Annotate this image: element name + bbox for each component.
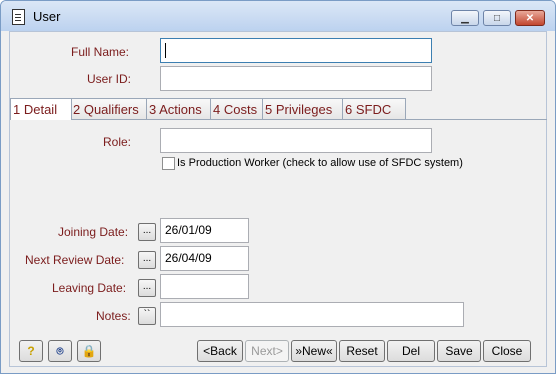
- tab-costs[interactable]: 4 Costs: [210, 98, 264, 119]
- question-icon: ?: [27, 344, 35, 358]
- tab-qualifiers[interactable]: 2 Qualifiers: [70, 98, 148, 119]
- user-window: User ▁ □ ✕ Full Name: User ID: 1 Detail …: [0, 0, 556, 374]
- reset-button[interactable]: Reset: [339, 340, 385, 362]
- notes-label: Notes:: [96, 309, 131, 323]
- next-button[interactable]: Next>: [245, 340, 289, 362]
- next-review-date-label: Next Review Date:: [25, 253, 125, 267]
- joining-date-label: Joining Date:: [58, 225, 129, 239]
- maximize-button[interactable]: □: [483, 10, 511, 26]
- tab-detail[interactable]: 1 Detail: [10, 98, 72, 120]
- back-button[interactable]: <Back: [197, 340, 243, 362]
- notes-edit-button[interactable]: ``: [138, 307, 156, 325]
- user-id-label: User ID:: [87, 72, 132, 86]
- next-review-date-picker-button[interactable]: ...: [138, 251, 156, 269]
- close-window-button[interactable]: ✕: [515, 10, 545, 26]
- tab-sfdc[interactable]: 6 SFDC: [342, 98, 406, 119]
- binoculars-icon: ⌾: [56, 343, 64, 358]
- close-icon: ✕: [525, 12, 535, 24]
- delete-button[interactable]: Del: [387, 340, 435, 362]
- tab-privileges[interactable]: 5 Privileges: [262, 98, 344, 119]
- production-worker-label: Is Production Worker (check to allow use…: [177, 157, 463, 169]
- new-button[interactable]: »New«: [291, 340, 337, 362]
- user-id-input[interactable]: [160, 66, 432, 91]
- save-button[interactable]: Save: [437, 340, 481, 362]
- lock-icon: 🔒: [81, 344, 97, 358]
- title-bar: User ▁ □ ✕: [1, 1, 555, 31]
- help-button[interactable]: ?: [19, 340, 43, 362]
- full-name-input[interactable]: [160, 38, 432, 63]
- joining-date-picker-button[interactable]: ...: [138, 223, 156, 241]
- tab-actions[interactable]: 3 Actions: [146, 98, 212, 119]
- joining-date-input[interactable]: 26/01/09: [160, 218, 249, 243]
- minimize-button[interactable]: ▁: [451, 10, 479, 26]
- minimize-icon: ▁: [461, 12, 469, 24]
- maximize-icon: □: [493, 12, 501, 24]
- next-review-date-input[interactable]: 26/04/09: [160, 246, 249, 271]
- leaving-date-picker-button[interactable]: ...: [138, 279, 156, 297]
- window-title: User: [33, 9, 61, 24]
- find-button[interactable]: ⌾: [48, 340, 72, 362]
- leaving-date-input[interactable]: [160, 274, 249, 299]
- text-caret: [165, 43, 166, 58]
- role-label: Role:: [103, 135, 132, 149]
- notes-input[interactable]: [160, 302, 464, 327]
- production-worker-checkbox[interactable]: [162, 157, 175, 170]
- full-name-label: Full Name:: [71, 45, 130, 59]
- role-input[interactable]: [160, 128, 432, 153]
- close-button[interactable]: Close: [483, 340, 531, 362]
- document-icon: [12, 9, 25, 25]
- leaving-date-label: Leaving Date:: [52, 281, 127, 295]
- lock-button[interactable]: 🔒: [77, 340, 101, 362]
- tab-strip: 1 Detail 2 Qualifiers 3 Actions 4 Costs …: [10, 98, 548, 120]
